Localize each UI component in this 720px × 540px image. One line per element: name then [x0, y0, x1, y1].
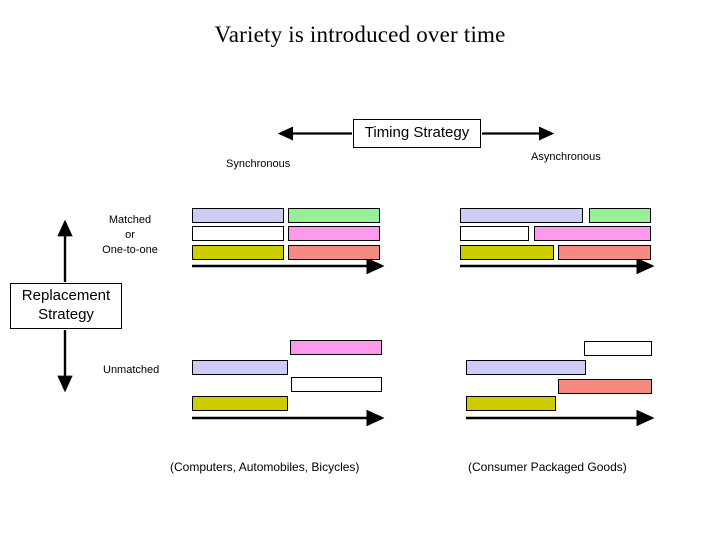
bar-asynchronous-unmatched-1: [466, 360, 586, 375]
bar-asynchronous-matched-4: [460, 245, 554, 260]
bar-synchronous-matched-2: [192, 226, 284, 241]
bar-asynchronous-unmatched-3: [466, 396, 556, 411]
caption-left: (Computers, Automobiles, Bicycles): [170, 460, 360, 474]
bar-synchronous-unmatched-3: [192, 396, 288, 411]
bar-synchronous-matched-1: [288, 208, 380, 223]
bar-asynchronous-unmatched-2: [558, 379, 652, 394]
bars-layer: [0, 0, 720, 540]
bar-asynchronous-matched-1: [589, 208, 651, 223]
bar-asynchronous-matched-0: [460, 208, 583, 223]
bar-synchronous-unmatched-0: [290, 340, 382, 355]
bar-asynchronous-matched-2: [460, 226, 529, 241]
bar-synchronous-unmatched-2: [291, 377, 382, 392]
bar-asynchronous-matched-5: [558, 245, 651, 260]
bar-synchronous-matched-0: [192, 208, 284, 223]
caption-right: (Consumer Packaged Goods): [468, 460, 627, 474]
bar-synchronous-matched-4: [192, 245, 284, 260]
bar-synchronous-matched-5: [288, 245, 380, 260]
bar-synchronous-unmatched-1: [192, 360, 288, 375]
bar-asynchronous-unmatched-0: [584, 341, 652, 356]
bar-synchronous-matched-3: [288, 226, 380, 241]
diagram-canvas: Variety is introduced over time Timing S…: [0, 0, 720, 540]
bar-asynchronous-matched-3: [534, 226, 651, 241]
